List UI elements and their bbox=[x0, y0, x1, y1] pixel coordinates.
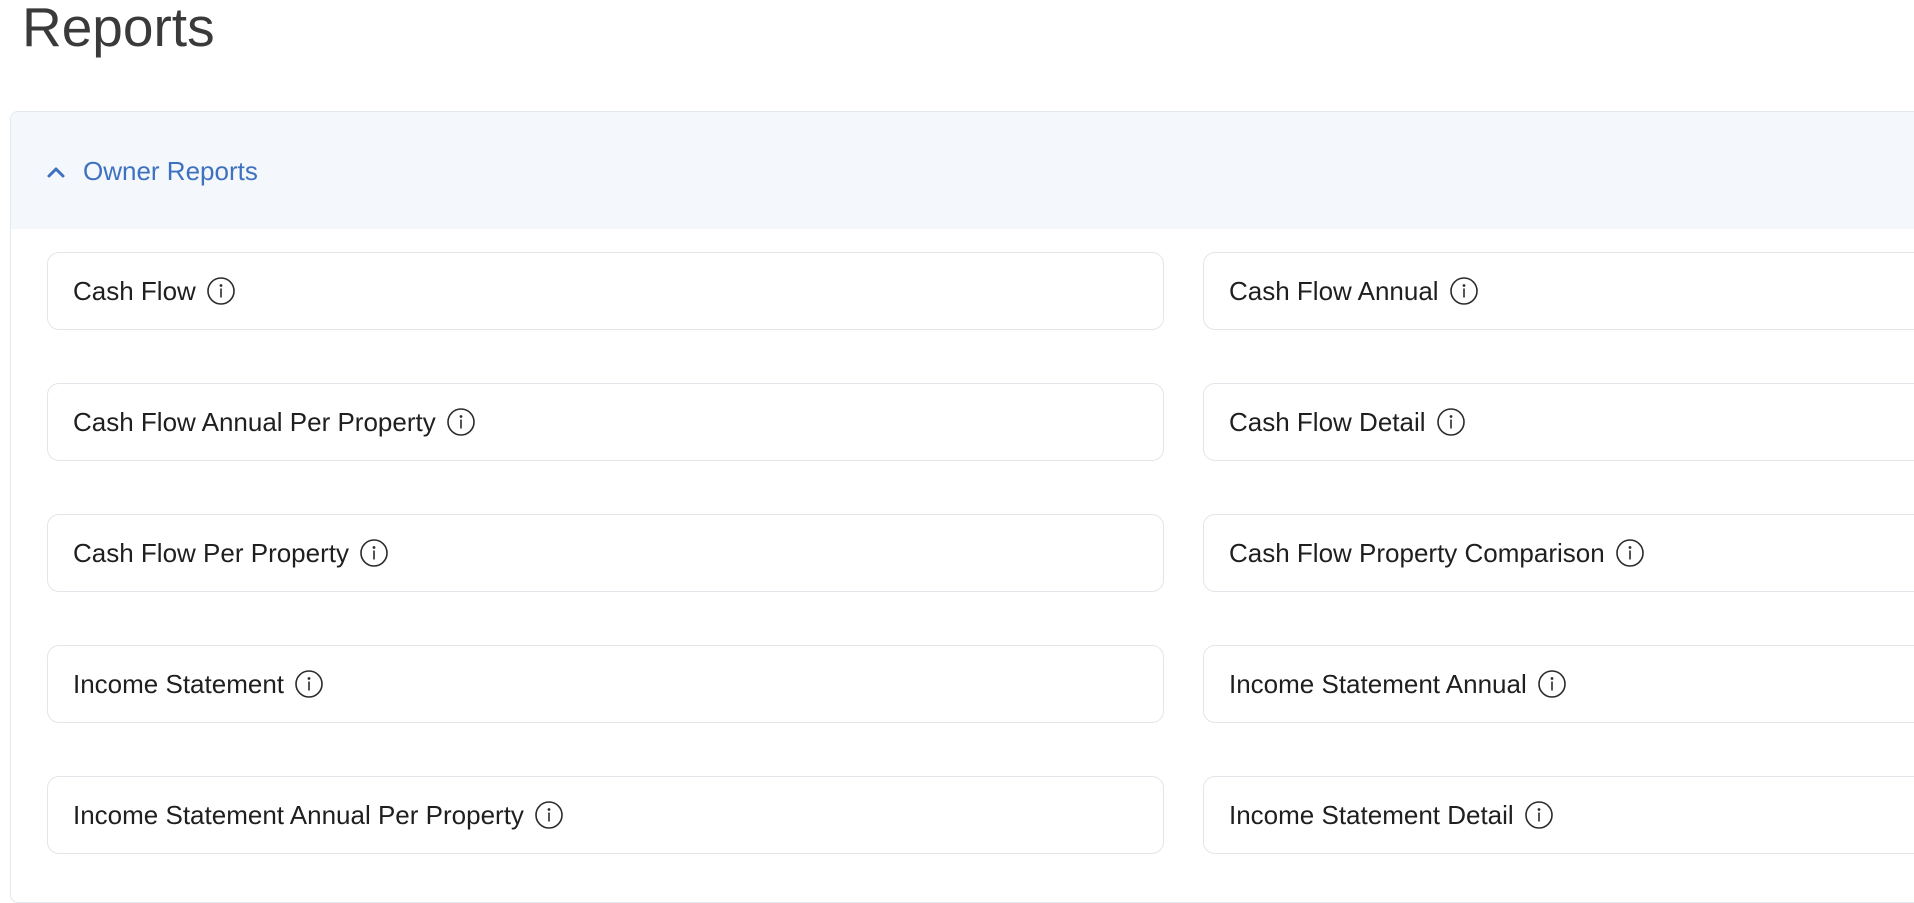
report-card-cash-flow-per-property[interactable]: Cash Flow Per Property bbox=[47, 514, 1164, 592]
report-label: Cash Flow Detail bbox=[1229, 406, 1426, 437]
info-icon[interactable] bbox=[206, 276, 236, 306]
section-title[interactable]: Owner Reports bbox=[83, 153, 258, 189]
report-card-cash-flow-annual[interactable]: Cash Flow Annual bbox=[1203, 252, 1914, 330]
report-label: Cash Flow Property Comparison bbox=[1229, 537, 1605, 568]
report-label: Cash Flow Annual bbox=[1229, 275, 1439, 306]
page-title: Reports bbox=[22, 0, 215, 58]
info-icon[interactable] bbox=[534, 800, 564, 830]
info-icon[interactable] bbox=[359, 538, 389, 568]
report-label: Cash Flow bbox=[73, 275, 196, 306]
owner-reports-header[interactable]: Owner Reports bbox=[11, 112, 1914, 229]
report-label: Income Statement Detail bbox=[1229, 799, 1514, 830]
info-icon[interactable] bbox=[1524, 800, 1554, 830]
report-card-cash-flow-property-comparison[interactable]: Cash Flow Property Comparison bbox=[1203, 514, 1914, 592]
info-icon[interactable] bbox=[1615, 538, 1645, 568]
report-card-income-statement[interactable]: Income Statement bbox=[47, 645, 1164, 723]
report-card-income-statement-annual-per-property[interactable]: Income Statement Annual Per Property bbox=[47, 776, 1164, 854]
info-icon[interactable] bbox=[1449, 276, 1479, 306]
report-label: Income Statement bbox=[73, 668, 284, 699]
report-card-cash-flow-detail[interactable]: Cash Flow Detail bbox=[1203, 383, 1914, 461]
info-icon[interactable] bbox=[294, 669, 324, 699]
report-card-income-statement-annual[interactable]: Income Statement Annual bbox=[1203, 645, 1914, 723]
report-label: Income Statement Annual Per Property bbox=[73, 799, 524, 830]
info-icon[interactable] bbox=[1436, 407, 1466, 437]
info-icon[interactable] bbox=[1537, 669, 1567, 699]
report-label: Cash Flow Annual Per Property bbox=[73, 406, 436, 437]
chevron-up-icon[interactable] bbox=[45, 161, 67, 183]
report-label: Cash Flow Per Property bbox=[73, 537, 349, 568]
report-card-cash-flow-annual-per-property[interactable]: Cash Flow Annual Per Property bbox=[47, 383, 1164, 461]
info-icon[interactable] bbox=[446, 407, 476, 437]
report-card-cash-flow[interactable]: Cash Flow bbox=[47, 252, 1164, 330]
report-card-income-statement-detail[interactable]: Income Statement Detail bbox=[1203, 776, 1914, 854]
owner-reports-panel: Owner Reports Cash Flow Cash Flow Annual… bbox=[10, 111, 1914, 903]
report-label: Income Statement Annual bbox=[1229, 668, 1527, 699]
